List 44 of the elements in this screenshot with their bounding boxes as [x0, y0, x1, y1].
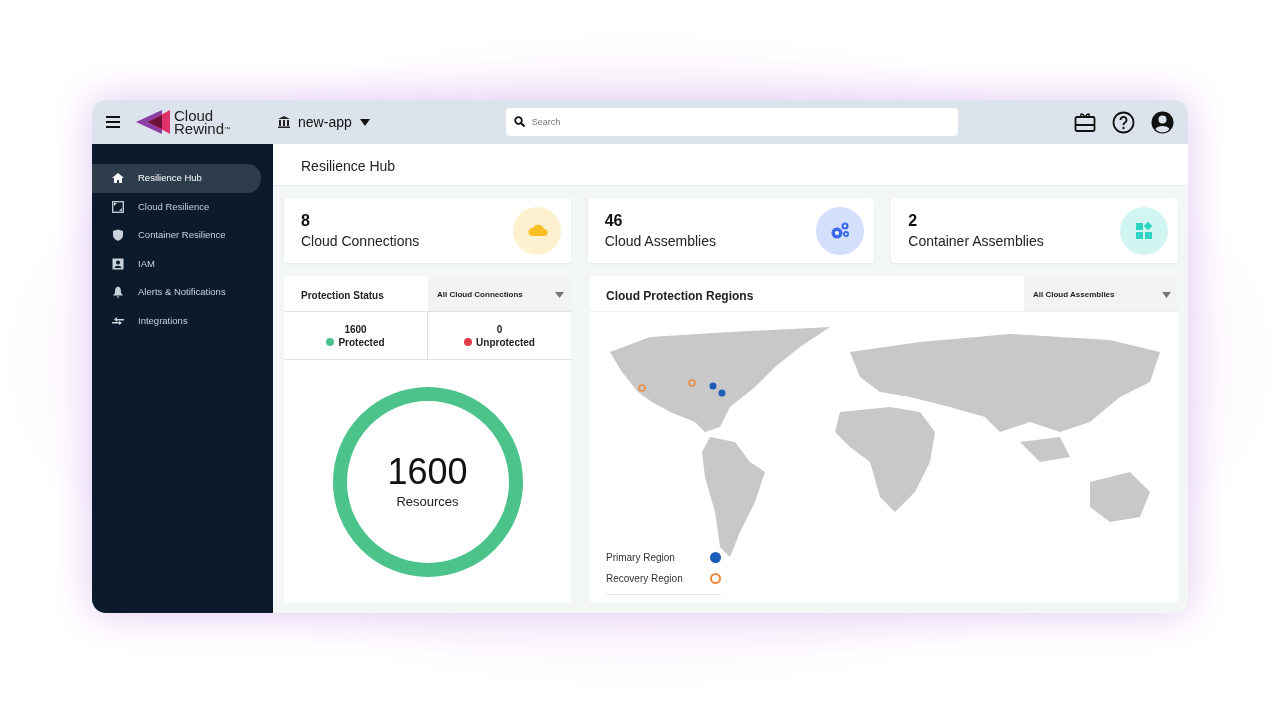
blocks-icon — [1133, 219, 1155, 242]
home-icon — [112, 172, 124, 185]
stat-label: Container Assemblies — [908, 231, 1044, 251]
stat-label: Cloud Connections — [301, 231, 420, 251]
sidebar-item[interactable]: IAM — [92, 249, 261, 278]
sidebar-item[interactable]: Cloud Resilience — [92, 192, 261, 221]
stat-label: Cloud Assemblies — [604, 231, 716, 251]
page-title: Resilience Hub — [273, 144, 1188, 186]
stat-value: 8 — [301, 210, 311, 231]
arrows-icon — [112, 314, 124, 327]
filter-dropdown[interactable]: All Cloud Connections — [428, 276, 571, 311]
count-label: Unprotected — [476, 335, 535, 349]
id-badge-icon — [112, 257, 124, 270]
frame-icon — [112, 200, 124, 213]
resource-label: Resources — [396, 492, 459, 511]
avatar-icon[interactable] — [1151, 110, 1174, 134]
legend-label: Primary Region — [606, 551, 675, 565]
caret-icon — [359, 118, 370, 126]
search-field[interactable]: Search — [505, 108, 958, 136]
brand-name: Cloud Rewind$^{™}$ — [174, 109, 231, 135]
count-label: Protected — [338, 335, 385, 349]
filter-dropdown[interactable]: All Cloud Assemblies — [1024, 276, 1178, 311]
count-value: 1600 — [344, 322, 367, 336]
sidebar-item[interactable]: Integrations — [92, 306, 261, 335]
panel-title: Cloud Protection Regions — [605, 288, 754, 305]
sidebar-item[interactable]: Resilience Hub — [92, 164, 261, 193]
help-icon[interactable] — [1112, 110, 1135, 134]
bank-icon — [278, 116, 291, 128]
legend-label: Recovery Region — [606, 572, 683, 586]
sidebar-item[interactable]: Alerts & Notifications — [92, 278, 261, 307]
count-value: 0 — [496, 322, 503, 336]
caret-icon — [1162, 292, 1171, 298]
app-selector[interactable]: new-app — [298, 111, 370, 133]
stat-value: 46 — [604, 210, 624, 231]
menu-icon[interactable] — [106, 116, 120, 128]
resource-count: 1600 — [387, 451, 468, 492]
shield-icon — [112, 229, 124, 242]
bell-icon — [112, 286, 124, 299]
logo-icon — [136, 110, 170, 134]
caret-icon — [555, 292, 564, 298]
sidebar-item[interactable]: Container Resilience — [92, 221, 261, 250]
stat-value: 2 — [908, 210, 919, 231]
panel-title: Protection Status — [300, 289, 385, 303]
gift-icon[interactable] — [1074, 111, 1096, 133]
